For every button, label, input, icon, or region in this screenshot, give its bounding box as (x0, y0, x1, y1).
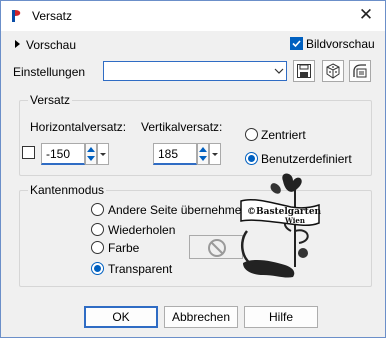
spin-up-down-icon (87, 147, 95, 161)
app-logo-icon (12, 10, 21, 22)
cancel-button[interactable]: Abbrechen (164, 306, 238, 328)
chevron-down-icon (100, 153, 106, 156)
zentriert-radio[interactable] (245, 128, 258, 141)
link-offset-checkbox[interactable] (22, 146, 35, 159)
vertikal-stepper[interactable] (197, 143, 209, 165)
andere-seite-label: Andere Seite übernehmen (108, 203, 249, 217)
benutzerdefiniert-radio[interactable] (245, 152, 258, 165)
spin-up-down-icon (199, 147, 207, 161)
vertikal-label: Vertikalversatz: (141, 120, 223, 134)
benutzerdefiniert-label: Benutzerdefiniert (261, 152, 352, 166)
bildvorschau-checkbox[interactable] (290, 37, 303, 50)
save-preset-button[interactable] (293, 60, 315, 82)
farbe-label: Farbe (108, 241, 140, 255)
farbe-radio[interactable] (91, 241, 104, 254)
transparent-label: Transparent (108, 262, 173, 276)
horizontal-dropdown[interactable] (97, 143, 109, 165)
chevron-down-icon (274, 68, 284, 74)
einstellungen-label: Einstellungen (13, 65, 86, 79)
vertikal-input[interactable]: 185 (153, 143, 197, 165)
bastelgarten-watermark: ©Bastelgarten Wien (240, 173, 322, 278)
transparent-radio[interactable] (91, 262, 104, 275)
versatz-dialog: Versatz ✕ Vorschau Bildvorschau Einstell… (0, 0, 386, 338)
versatz-legend: Versatz (30, 93, 71, 107)
expand-triangle-icon (15, 40, 20, 48)
vertikal-dropdown[interactable] (209, 143, 221, 165)
checkmark-icon (292, 40, 301, 48)
chevron-down-icon (212, 153, 218, 156)
horizontal-label: Horizontalversatz: (30, 120, 127, 134)
andere-seite-radio[interactable] (91, 203, 104, 216)
bildvorschau-label: Bildvorschau (306, 37, 375, 51)
title-bar: Versatz ✕ (1, 1, 385, 31)
einstellungen-combobox[interactable] (103, 61, 287, 81)
close-button[interactable]: ✕ (351, 3, 381, 27)
help-button[interactable]: Hilfe (244, 306, 318, 328)
window-title: Versatz (32, 9, 73, 23)
dice-cube-icon (326, 63, 340, 79)
save-disk-icon (297, 64, 311, 78)
horizontal-input[interactable]: -150 (41, 143, 85, 165)
preview-label: Vorschau (26, 38, 77, 52)
preset-icon (353, 64, 367, 78)
reset-button[interactable] (322, 60, 344, 82)
preset-manager-button[interactable] (349, 60, 371, 82)
kantenmodus-legend: Kantenmodus (30, 183, 105, 197)
horizontal-stepper[interactable] (85, 143, 97, 165)
watermark-text-line2: Wien (284, 216, 305, 225)
ok-button[interactable]: OK (84, 306, 158, 328)
zentriert-label: Zentriert (261, 128, 306, 142)
wiederholen-label: Wiederholen (108, 223, 176, 237)
wiederholen-radio[interactable] (91, 223, 104, 236)
